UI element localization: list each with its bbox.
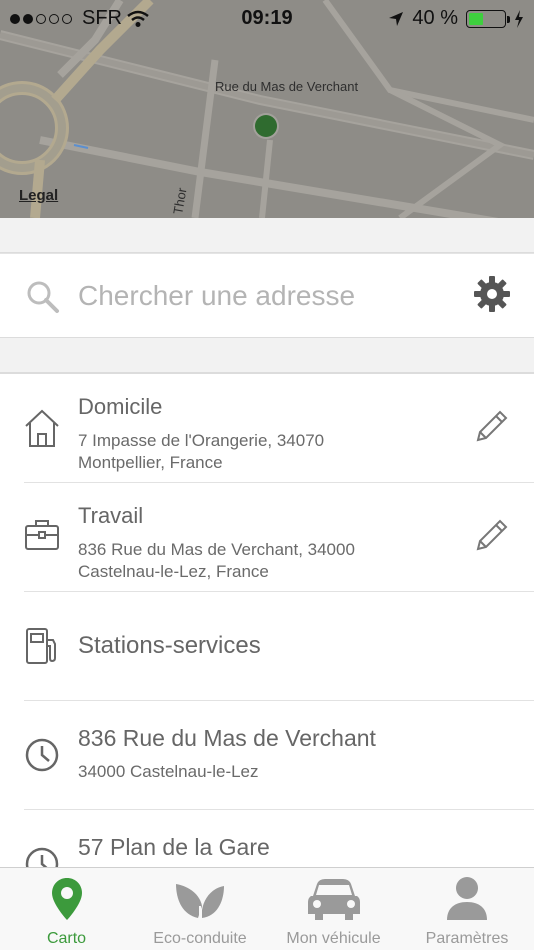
list-item-home[interactable]: Domicile 7 Impasse de l'Orangerie, 34070…: [0, 374, 534, 483]
tab-label: Paramètres: [425, 930, 509, 947]
search-icon: [27, 281, 59, 313]
battery-icon: [466, 9, 510, 28]
map-legal-link[interactable]: Legal: [19, 187, 58, 204]
tab-carto[interactable]: Carto: [0, 868, 133, 950]
spacer-band: [0, 218, 534, 253]
home-address-line1: 7 Impasse de l'Orangerie, 34070: [78, 431, 325, 450]
tab-eco-conduite[interactable]: Eco-conduite: [133, 868, 267, 950]
spacer-band: [0, 338, 534, 373]
edit-work-pencil-icon[interactable]: [472, 517, 510, 555]
settings-gear-icon[interactable]: [472, 274, 512, 314]
search-bar[interactable]: Chercher une adresse: [0, 253, 534, 338]
gas-station-icon: [26, 628, 56, 664]
list-item-recent-1[interactable]: 836 Rue du Mas de Verchant 34000 Casteln…: [0, 701, 534, 810]
recent-subtitle: 34000 Castelnau-le-Lez: [78, 762, 259, 781]
battery-percent: 40 %: [412, 7, 458, 29]
search-input[interactable]: Chercher une adresse: [78, 280, 355, 312]
map-pin-icon: [51, 878, 82, 920]
work-address-line2: Castelnau-le-Lez, France: [78, 562, 269, 581]
status-bar: SFR 09:19 40 %: [0, 0, 534, 38]
tab-bar: Carto Eco-conduite Mon véhicule Paramètr…: [0, 867, 534, 950]
home-title: Domicile: [78, 394, 163, 419]
places-list: Domicile 7 Impasse de l'Orangerie, 34070…: [0, 373, 534, 867]
street-label-1: Rue du Mas de Verchant: [215, 79, 358, 94]
tab-label: Eco-conduite: [153, 930, 247, 947]
gas-stations-title: Stations-services: [78, 632, 261, 659]
edit-home-pencil-icon[interactable]: [472, 408, 510, 446]
home-icon: [25, 409, 59, 447]
tab-parametres[interactable]: Paramètres: [400, 868, 534, 950]
list-item-work[interactable]: Travail 836 Rue du Mas de Verchant, 3400…: [0, 483, 534, 592]
list-item-gas-stations[interactable]: Stations-services: [0, 592, 534, 701]
location-arrow-icon: [389, 11, 404, 26]
tab-label: Carto: [46, 930, 87, 947]
current-location-marker: [255, 115, 277, 137]
recent-title: 836 Rue du Mas de Verchant: [78, 725, 376, 751]
person-icon: [447, 877, 487, 920]
work-address-line1: 836 Rue du Mas de Verchant, 34000: [78, 540, 355, 559]
list-item-recent-2[interactable]: 57 Plan de la Gare: [0, 810, 534, 867]
tab-label: Mon véhicule: [286, 930, 381, 947]
home-address-line2: Montpellier, France: [78, 453, 223, 472]
recent-title: 57 Plan de la Gare: [78, 834, 270, 860]
history-clock-icon: [25, 738, 59, 772]
car-icon: [307, 879, 360, 920]
history-clock-icon: [25, 847, 59, 867]
tab-mon-vehicule[interactable]: Mon véhicule: [267, 868, 400, 950]
charging-bolt-icon: [515, 9, 523, 28]
leaf-icon: [176, 884, 224, 920]
briefcase-icon: [25, 520, 59, 550]
work-title: Travail: [78, 503, 144, 528]
